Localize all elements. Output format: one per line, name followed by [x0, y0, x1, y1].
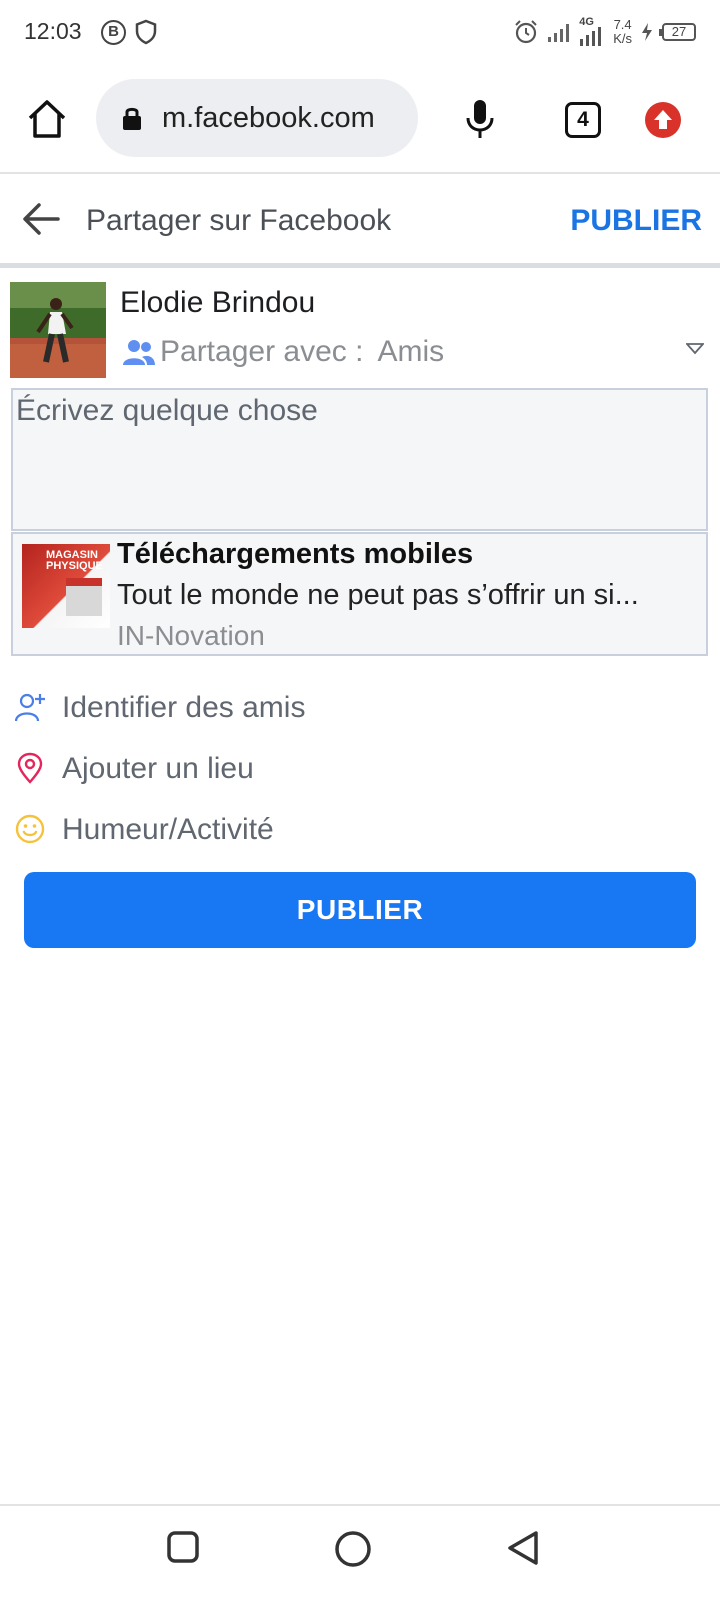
link-title: Téléchargements mobiles: [117, 538, 474, 570]
update-button[interactable]: [645, 102, 681, 138]
charging-icon: [642, 23, 652, 41]
audience-selector[interactable]: Partager avec : Amis: [122, 334, 444, 370]
add-place-label: Ajouter un lieu: [62, 752, 254, 785]
lock-icon: [123, 107, 141, 130]
link-source: IN-Novation: [117, 620, 265, 651]
thumbnail-text: MAGASIN PHYSIQUE: [46, 549, 103, 572]
tag-friends-label: Identifier des amis: [62, 691, 306, 724]
shield-icon: [135, 19, 157, 45]
add-person-icon: [14, 693, 45, 722]
navigation-bar: [0, 1504, 720, 1600]
user-name: Elodie Brindou: [120, 286, 316, 319]
battery-indicator: 27: [659, 23, 696, 41]
status-time: 12:03: [24, 18, 82, 44]
share-header: Partager sur Facebook PUBLIER: [0, 176, 720, 268]
signal-icon: [548, 24, 570, 42]
speed-value: 7.4: [613, 17, 632, 32]
home-icon[interactable]: [26, 98, 68, 140]
link-thumbnail: MAGASIN PHYSIQUE: [22, 544, 110, 628]
smiley-icon: [15, 814, 45, 844]
arrow-up-icon: [654, 110, 672, 129]
post-text-input[interactable]: Écrivez quelque chose: [11, 388, 708, 531]
mood-option[interactable]: Humeur/Activité: [0, 803, 720, 859]
audience-value: Amis: [377, 335, 445, 368]
back-triangle-icon[interactable]: [506, 1530, 540, 1566]
avatar: [10, 282, 106, 378]
friends-icon: [123, 340, 155, 365]
network-speed: 7.4 K/s: [613, 18, 632, 46]
microphone-icon[interactable]: [466, 98, 494, 140]
link-description: Tout le monde ne peut pas s’offrir un si…: [117, 579, 639, 611]
audience-label: Partager avec :: [160, 335, 364, 368]
chevron-down-icon[interactable]: [686, 343, 704, 355]
speed-unit: K/s: [613, 31, 632, 46]
status-bar: 12:03 B 4G 7.4 K/s 27: [0, 0, 720, 62]
page-title: Partager sur Facebook: [86, 204, 392, 237]
recent-apps-icon[interactable]: [166, 1530, 200, 1564]
b-badge-icon: B: [101, 20, 126, 45]
tab-switcher-button[interactable]: 4: [565, 102, 601, 138]
browser-toolbar: m.facebook.com 4: [0, 62, 720, 174]
add-place-option[interactable]: Ajouter un lieu: [0, 742, 720, 798]
url-text: m.facebook.com: [162, 101, 375, 134]
tag-friends-option[interactable]: Identifier des amis: [0, 681, 720, 737]
mood-label: Humeur/Activité: [62, 813, 274, 846]
signal-4g-icon: 4G: [579, 16, 605, 46]
header-publish-button[interactable]: PUBLIER: [570, 204, 702, 238]
status-indicators: 4G 7.4 K/s 27: [513, 14, 696, 50]
shop-illustration: [66, 578, 102, 616]
alarm-icon: [515, 20, 537, 44]
home-circle-icon[interactable]: [334, 1530, 372, 1568]
publish-button[interactable]: PUBLIER: [24, 872, 696, 948]
address-bar[interactable]: m.facebook.com: [96, 79, 418, 157]
link-preview-card[interactable]: MAGASIN PHYSIQUE Téléchargements mobiles…: [11, 532, 708, 656]
location-pin-icon: [17, 752, 43, 784]
back-arrow-icon[interactable]: [22, 202, 60, 236]
